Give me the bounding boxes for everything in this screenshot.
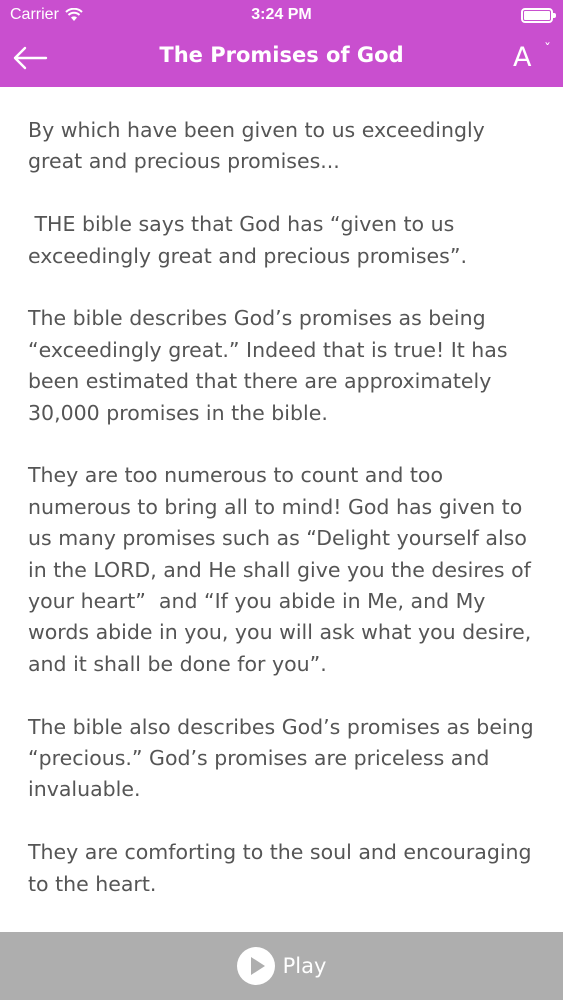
paragraph: The bible also describes God’s promises … <box>28 714 541 802</box>
play-icon[interactable] <box>236 947 275 985</box>
chevron-down-icon: ˇ <box>544 42 551 58</box>
play-button-label[interactable]: Play <box>283 954 327 978</box>
font-size-button[interactable]: A ˇ <box>511 40 551 76</box>
paragraph: By which have been given to us exceeding… <box>28 118 492 174</box>
paragraph: The bible describes God’s promises as be… <box>28 306 515 425</box>
paragraph: They are comforting to the soul and enco… <box>28 840 539 896</box>
article-body: By which have been given to us exceeding… <box>28 115 543 931</box>
paragraph: They are too numerous to count and too n… <box>28 463 538 676</box>
audio-player-bar: Play <box>0 932 563 1000</box>
navigation-bar: The Promises of God A ˇ <box>0 30 563 87</box>
battery-icon <box>521 8 556 23</box>
status-time: 3:24 PM <box>251 6 312 23</box>
page-title: The Promises of God <box>159 43 404 67</box>
font-size-icon: A <box>513 42 532 73</box>
status-bar: Carrier 3:24 PM <box>0 0 563 30</box>
paragraph: THE bible says that God has “given to us… <box>28 212 467 268</box>
